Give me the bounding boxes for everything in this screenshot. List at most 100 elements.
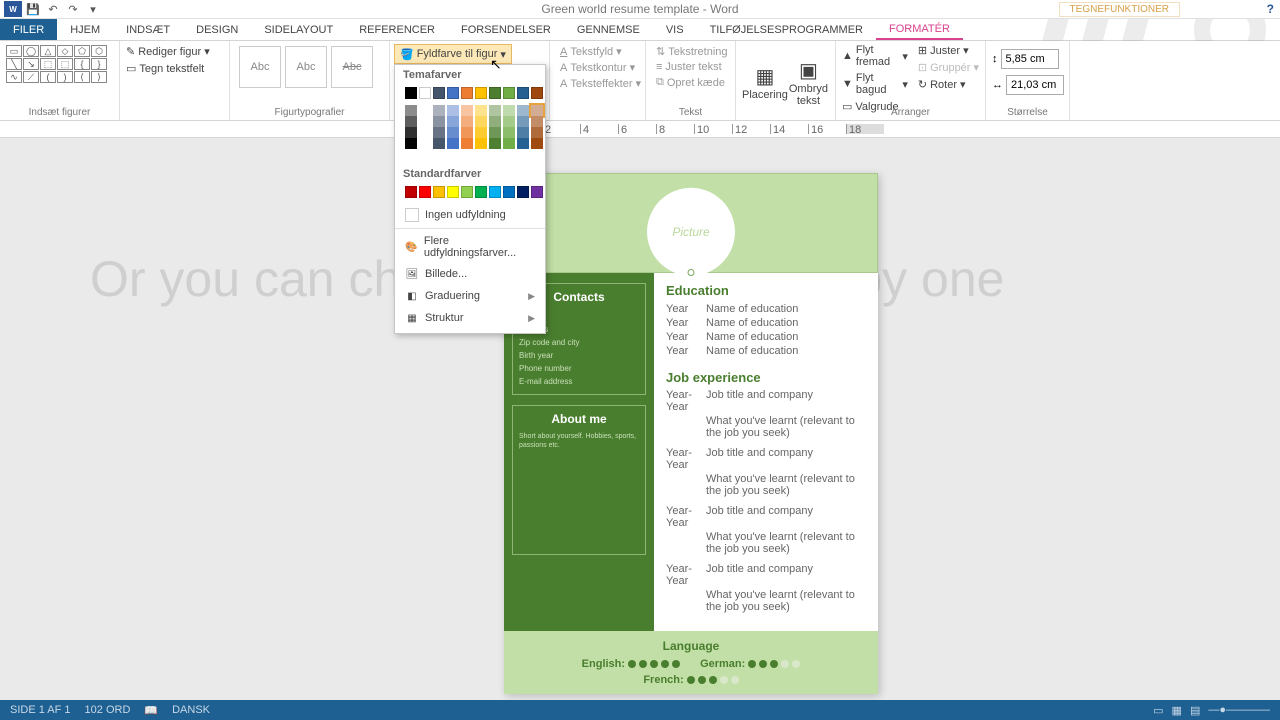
color-swatch[interactable]	[489, 138, 501, 149]
tab-review[interactable]: GENNEMSE	[564, 19, 653, 40]
color-swatch[interactable]	[461, 105, 473, 116]
align-text-button[interactable]: ≡Juster tekst	[656, 61, 725, 73]
color-swatch[interactable]	[405, 149, 417, 160]
color-swatch[interactable]	[517, 138, 529, 149]
color-swatch[interactable]	[531, 138, 543, 149]
horizontal-ruler[interactable]: 124681012141618	[0, 121, 1280, 138]
no-fill-item[interactable]: Ingen udfyldning	[395, 204, 545, 226]
tab-insert[interactable]: INDSÆT	[113, 19, 183, 40]
color-swatch[interactable]	[447, 127, 459, 138]
color-swatch[interactable]	[531, 105, 543, 116]
tab-file[interactable]: FILER	[0, 19, 57, 40]
color-swatch[interactable]	[531, 127, 543, 138]
status-page[interactable]: SIDE 1 AF 1	[10, 704, 71, 716]
tab-addins[interactable]: TILFØJELSESPROGRAMMER	[697, 19, 876, 40]
color-swatch[interactable]	[447, 149, 459, 160]
theme-tint-grid[interactable]	[395, 105, 545, 164]
bring-forward-button[interactable]: ▲Flyt fremad▾	[842, 43, 908, 69]
color-swatch[interactable]	[461, 138, 473, 149]
color-swatch[interactable]	[461, 87, 473, 99]
color-swatch[interactable]	[419, 149, 431, 160]
view-read-icon[interactable]: ▭	[1153, 704, 1163, 717]
tab-home[interactable]: HJEM	[57, 19, 113, 40]
text-effects-button[interactable]: ATeksteffekter▾	[560, 77, 635, 90]
color-swatch[interactable]	[405, 87, 417, 99]
edit-shape-button[interactable]: ✎Rediger figur▾	[126, 43, 223, 60]
color-swatch[interactable]	[461, 149, 473, 160]
rotate-button[interactable]: ↻Roter▾	[918, 77, 979, 92]
color-swatch[interactable]	[433, 116, 445, 127]
about-box[interactable]: About me Short about yourself. Hobbies, …	[512, 405, 646, 555]
color-swatch[interactable]	[405, 186, 417, 198]
color-swatch[interactable]	[433, 138, 445, 149]
color-swatch[interactable]	[433, 105, 445, 116]
position-button[interactable]: ▦Placering	[742, 43, 788, 118]
color-swatch[interactable]	[475, 87, 487, 99]
color-swatch[interactable]	[405, 127, 417, 138]
shape-fill-button[interactable]: 🪣Fyldfarve til figur▾	[394, 44, 512, 64]
color-swatch[interactable]	[433, 149, 445, 160]
align-button[interactable]: ⊞Juster▾	[918, 43, 979, 58]
group-button[interactable]: ⊡Gruppér▾	[918, 60, 979, 75]
tab-references[interactable]: REFERENCER	[346, 19, 448, 40]
color-swatch[interactable]	[419, 105, 431, 116]
color-swatch[interactable]	[531, 116, 543, 127]
color-swatch[interactable]	[405, 105, 417, 116]
color-swatch[interactable]	[517, 149, 529, 160]
theme-color-row[interactable]	[395, 85, 545, 105]
color-swatch[interactable]	[517, 87, 529, 99]
color-swatch[interactable]	[489, 186, 501, 198]
color-swatch[interactable]	[419, 186, 431, 198]
create-link-button[interactable]: ⧉Opret kæde	[656, 76, 725, 89]
save-icon[interactable]: 💾	[24, 1, 42, 17]
color-swatch[interactable]	[489, 116, 501, 127]
color-swatch[interactable]	[419, 116, 431, 127]
color-swatch[interactable]	[475, 127, 487, 138]
color-swatch[interactable]	[489, 87, 501, 99]
zoom-slider[interactable]: —●————	[1208, 704, 1270, 717]
color-swatch[interactable]	[531, 186, 543, 198]
color-swatch[interactable]	[447, 105, 459, 116]
color-swatch[interactable]	[461, 186, 473, 198]
color-swatch[interactable]	[419, 138, 431, 149]
color-swatch[interactable]	[447, 116, 459, 127]
color-swatch[interactable]	[517, 116, 529, 127]
selection-handle[interactable]	[688, 269, 695, 276]
color-swatch[interactable]	[447, 186, 459, 198]
gradient-fill-item[interactable]: ◧Graduering▶	[395, 285, 545, 307]
color-swatch[interactable]	[447, 87, 459, 99]
draw-textbox-button[interactable]: ▭Tegn tekstfelt	[126, 60, 223, 77]
text-direction-button[interactable]: ⇅Tekstretning	[656, 45, 725, 58]
tab-design[interactable]: DESIGN	[183, 19, 251, 40]
color-swatch[interactable]	[433, 186, 445, 198]
color-swatch[interactable]	[531, 149, 543, 160]
color-swatch[interactable]	[461, 127, 473, 138]
color-swatch[interactable]	[433, 87, 445, 99]
help-icon[interactable]: ?	[1267, 2, 1274, 16]
tab-format[interactable]: FORMATÉR	[876, 19, 963, 40]
color-swatch[interactable]	[503, 105, 515, 116]
shape-style-gallery[interactable]: Abc Abc Abc	[236, 43, 383, 91]
color-swatch[interactable]	[503, 149, 515, 160]
document-area[interactable]: Or you can change the colors one by one …	[0, 138, 1280, 700]
color-swatch[interactable]	[475, 105, 487, 116]
color-swatch[interactable]	[405, 116, 417, 127]
shape-height-input[interactable]	[1001, 49, 1059, 69]
standard-color-row[interactable]	[395, 184, 545, 204]
qat-customize-icon[interactable]: ▾	[84, 1, 102, 17]
status-proofing-icon[interactable]: 📖	[144, 704, 158, 717]
color-swatch[interactable]	[531, 87, 543, 99]
view-print-icon[interactable]: ▦	[1172, 704, 1182, 717]
color-swatch[interactable]	[517, 127, 529, 138]
picture-fill-item[interactable]: 🖼Billede...	[395, 263, 545, 285]
undo-icon[interactable]: ↶	[44, 1, 62, 17]
texture-fill-item[interactable]: ▦Struktur▶	[395, 307, 545, 329]
tab-mailings[interactable]: FORSENDELSER	[448, 19, 564, 40]
color-swatch[interactable]	[419, 87, 431, 99]
redo-icon[interactable]: ↷	[64, 1, 82, 17]
color-swatch[interactable]	[489, 105, 501, 116]
color-swatch[interactable]	[475, 149, 487, 160]
shape-width-input[interactable]	[1006, 75, 1064, 95]
color-swatch[interactable]	[405, 138, 417, 149]
status-language[interactable]: DANSK	[172, 704, 210, 716]
